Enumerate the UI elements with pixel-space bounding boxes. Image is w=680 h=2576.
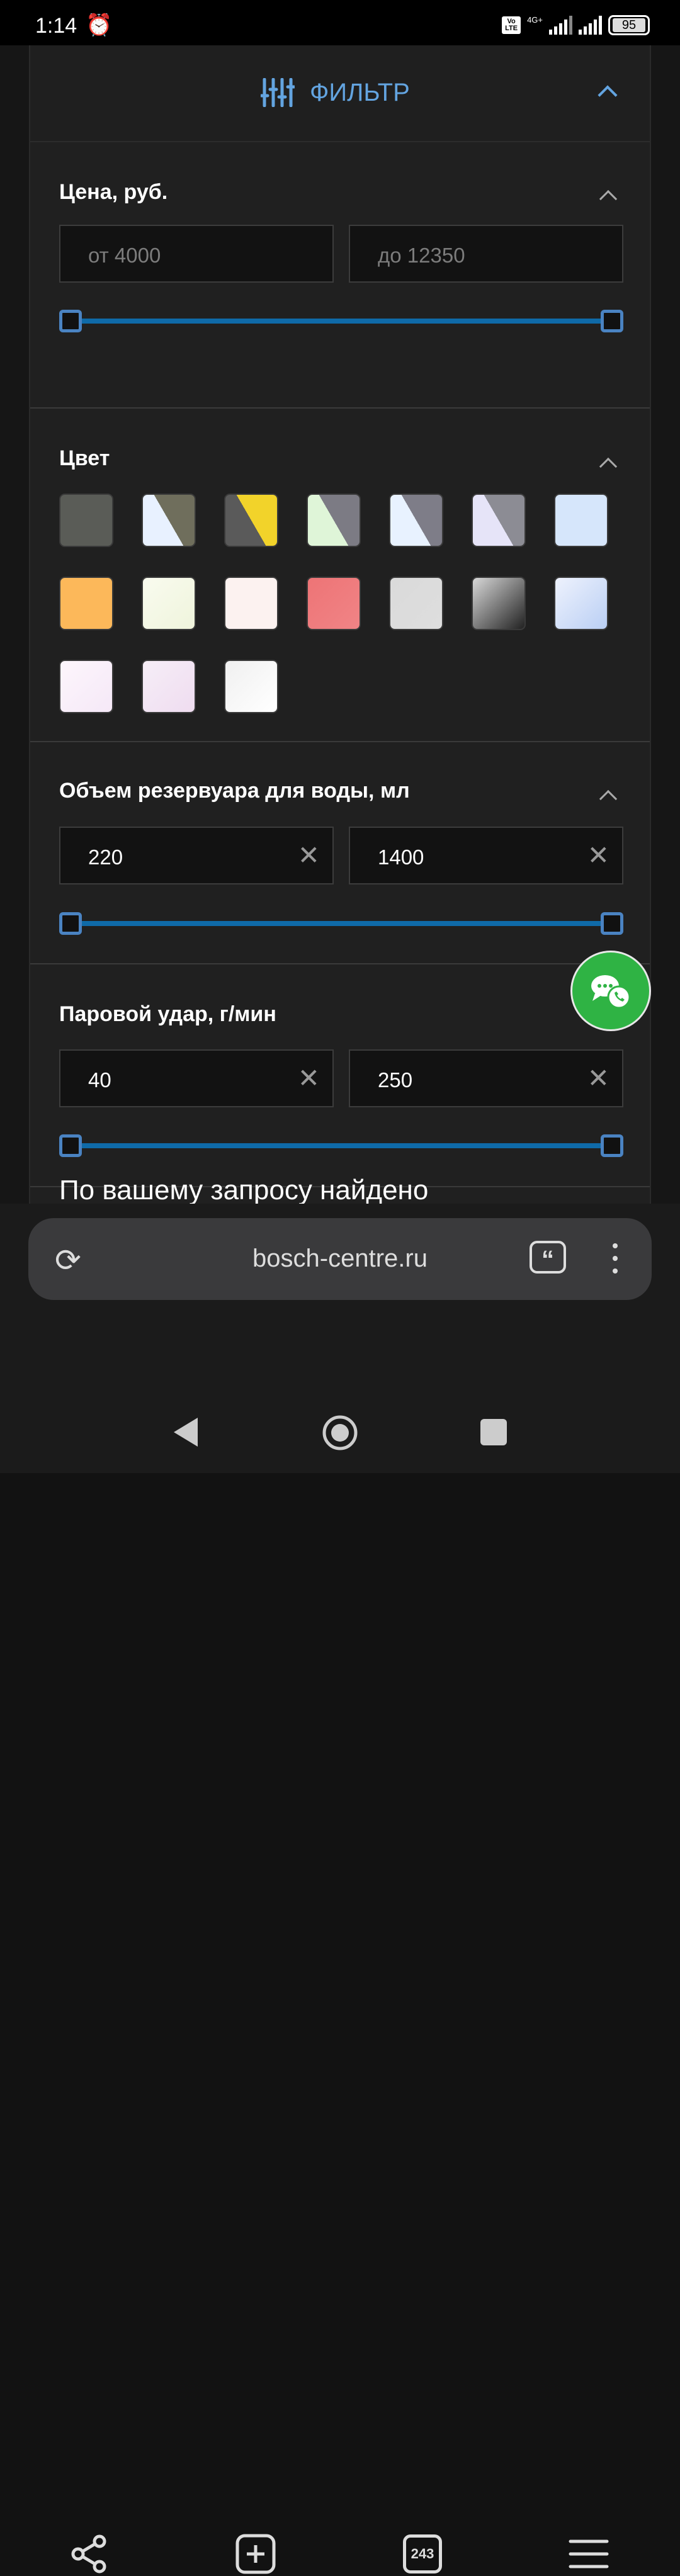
share-button[interactable]	[67, 2532, 111, 2576]
clear-icon[interactable]: ✕	[587, 1063, 609, 1093]
more-vert-icon[interactable]	[613, 1243, 618, 1274]
slider-handle-max[interactable]	[601, 310, 623, 332]
color-swatch[interactable]	[307, 577, 361, 630]
color-swatch[interactable]	[142, 577, 196, 630]
color-swatch[interactable]	[59, 577, 113, 630]
network-type: 4G+	[527, 15, 543, 25]
price-to-input[interactable]: до 12350	[349, 225, 623, 283]
clock: 1:14	[35, 14, 77, 38]
chevron-up-icon[interactable]	[599, 789, 618, 808]
browser-toolbar: ⟳ bosch-centre.ru “ 243	[0, 1204, 680, 2574]
sliders-icon	[261, 78, 295, 107]
clear-icon[interactable]: ✕	[587, 840, 609, 871]
color-swatch[interactable]	[472, 577, 526, 630]
tabs-count: 243	[403, 2534, 442, 2573]
color-swatch[interactable]	[389, 577, 443, 630]
menu-button[interactable]	[567, 2532, 611, 2576]
plus-square-icon	[235, 2534, 276, 2574]
color-swatch[interactable]	[224, 494, 278, 547]
color-section: Цвет	[30, 409, 650, 742]
slider-handle-min[interactable]	[59, 1134, 82, 1157]
slider-handle-min[interactable]	[59, 310, 82, 332]
chevron-up-icon[interactable]	[599, 457, 618, 476]
back-icon[interactable]	[173, 1416, 199, 1448]
new-tab-button[interactable]	[234, 2532, 278, 2576]
alarm-icon: ⏰	[86, 13, 113, 37]
chevron-up-icon[interactable]	[599, 189, 618, 208]
home-icon[interactable]	[321, 1414, 359, 1452]
color-swatch[interactable]	[59, 660, 113, 713]
color-swatch[interactable]	[224, 660, 278, 713]
water-from-input[interactable]: 220 ✕	[59, 827, 334, 884]
water-tank-section: Объем резервуара для воды, мл 220 ✕ 1400 ✕	[30, 742, 650, 964]
color-swatch[interactable]	[554, 577, 608, 630]
slider-handle-max[interactable]	[601, 912, 623, 935]
battery-level: 95	[613, 18, 645, 32]
water-to-value: 1400	[378, 845, 424, 869]
hamburger-icon	[569, 2539, 609, 2568]
steam-from-value: 40	[88, 1068, 111, 1092]
steam-to-value: 250	[378, 1068, 413, 1092]
price-section: Цена, руб. от 4000 до 12350	[30, 142, 650, 409]
chat-icon	[591, 975, 631, 1009]
clear-icon[interactable]: ✕	[298, 840, 320, 871]
clear-icon[interactable]: ✕	[298, 1063, 320, 1093]
filter-panel: ФИЛЬТР Цена, руб. от 4000 до 12350 Цвет …	[29, 45, 651, 1206]
reader-quote-icon[interactable]: “	[530, 1241, 566, 1274]
price-slider[interactable]	[59, 308, 623, 334]
color-swatch[interactable]	[472, 494, 526, 547]
battery-icon: 95	[608, 15, 650, 35]
color-swatch[interactable]	[554, 494, 608, 547]
signal-icon	[549, 16, 572, 35]
color-swatch[interactable]	[59, 494, 113, 547]
steam-from-input[interactable]: 40 ✕	[59, 1049, 334, 1107]
system-nav-bar	[0, 1399, 680, 1473]
slider-handle-max[interactable]	[601, 1134, 623, 1157]
volte-icon: Vo LTE	[502, 16, 521, 34]
status-bar: 1:14 ⏰ Vo LTE 4G+ 95	[0, 0, 680, 45]
water-to-input[interactable]: 1400 ✕	[349, 827, 623, 884]
steam-slider[interactable]	[59, 1133, 623, 1158]
color-swatch[interactable]	[389, 494, 443, 547]
color-swatch[interactable]	[224, 577, 278, 630]
steam-to-input[interactable]: 250 ✕	[349, 1049, 623, 1107]
water-tank-title: Объем резервуара для воды, мл	[59, 779, 410, 803]
color-swatch[interactable]	[142, 660, 196, 713]
share-icon	[71, 2534, 106, 2573]
price-from-input[interactable]: от 4000	[59, 225, 334, 283]
recents-icon[interactable]	[480, 1419, 507, 1445]
address-bar[interactable]: ⟳ bosch-centre.ru “	[28, 1218, 652, 1300]
tabs-button[interactable]: 243	[400, 2532, 445, 2576]
chat-button[interactable]	[570, 951, 651, 1031]
price-title: Цена, руб.	[59, 180, 168, 204]
water-slider[interactable]	[59, 911, 623, 936]
color-title: Цвет	[59, 446, 110, 470]
color-swatch[interactable]	[307, 494, 361, 547]
signal-icon-2	[579, 16, 602, 35]
filter-title: ФИЛЬТР	[310, 78, 410, 106]
color-swatch[interactable]	[142, 494, 196, 547]
steam-title: Паровой удар, г/мин	[59, 1002, 276, 1026]
filter-header[interactable]: ФИЛЬТР	[30, 45, 650, 142]
chevron-up-icon[interactable]	[598, 85, 618, 105]
steam-section: Паровой удар, г/мин 40 ✕ 250 ✕	[30, 964, 650, 1187]
result-text: По вашему запросу найдено	[59, 1175, 429, 1206]
water-from-value: 220	[88, 845, 123, 869]
slider-handle-min[interactable]	[59, 912, 82, 935]
